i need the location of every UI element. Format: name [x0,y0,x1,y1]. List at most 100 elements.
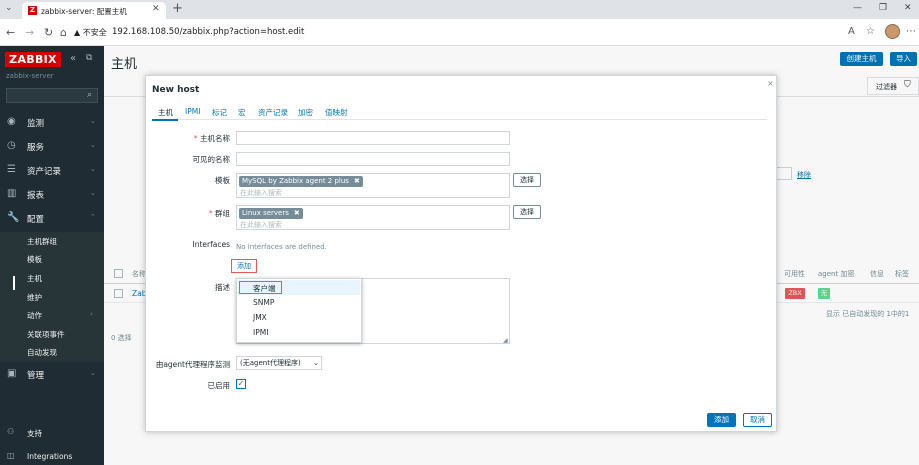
add-interface-button[interactable]: 添加 [231,259,257,273]
search-icon[interactable]: ⌕ [87,90,92,100]
reload-icon[interactable]: ↻ [44,26,53,39]
templates-multiselect[interactable]: MySQL by Zabbix agent 2 plus ✖ 在此输入搜索 [236,173,510,198]
groups-select-button[interactable]: 选择 [513,205,541,219]
enabled-label: 已启用 [207,381,231,390]
submenu-actions[interactable]: 动作 [27,310,42,321]
tab-close-icon[interactable]: ✕ [152,4,160,14]
tab-ipmi[interactable]: IPMI [185,107,200,116]
chevron-down-icon: ⌄ [90,141,96,149]
tab-title: zabbix-server: 配置主机 [41,7,127,16]
dialog-tabs: 主机 IPMI 标记 宏 资产记录 加密 值映射 [152,106,767,120]
server-name: zabbix-server [6,72,54,80]
chevron-down-icon: ⌄ [90,369,96,377]
host-name-label: * 主机名称 [193,134,230,143]
browser-tab-bar: ⌄ Z zabbix-server: 配置主机 ✕ + — ❐ ✕ [0,0,919,19]
cancel-button[interactable]: 取消 [743,413,772,427]
menu-inventory[interactable]: ☰ 资产记录 ⌄ [0,158,104,182]
sidebar-search-input[interactable]: ⌕ [6,88,98,103]
tab-value-mapping[interactable]: 值映射 [325,107,348,118]
kiosk-icon[interactable]: ⧉ [86,53,92,63]
host-name-input[interactable] [236,131,510,145]
menu-item-snmp[interactable]: SNMP [253,298,274,307]
add-host-button[interactable]: 添加 [707,413,736,427]
chevron-up-icon: ⌃ [90,213,96,221]
minimize-icon[interactable]: — [853,3,862,13]
report-icon: ▥ [7,188,17,199]
proxy-select[interactable]: (无agent代理程序) ⌄ [236,356,322,370]
resize-handle-icon[interactable]: ◢ [503,337,508,344]
submenu-templates[interactable]: 模板 [27,254,42,265]
insecure-warning[interactable]: ▲ 不安全 [74,27,107,38]
visible-name-input[interactable] [236,152,510,166]
menu-item-agent[interactable]: 客户端 [253,283,276,294]
chevron-down-icon: ⌄ [90,165,96,173]
interfaces-label: Interfaces [192,240,231,249]
profile-avatar[interactable] [885,24,900,39]
templates-search-placeholder[interactable]: 在此输入搜索 [240,188,282,198]
url-text[interactable]: 192.168.108.50/zabbix.php?action=host.ed… [112,27,304,37]
collapse-icon[interactable]: « [70,53,76,64]
proxy-label: 由agent代理程序监测 [155,360,230,369]
chevron-right-icon: › [90,310,93,318]
menu-item-jmx[interactable]: JMX [253,313,267,322]
chevron-down-icon: ⌄ [313,359,319,367]
tab-tags[interactable]: 标记 [212,107,227,118]
visible-name-label: 可见的名称 [192,155,231,164]
menu-configuration[interactable]: 🔧 配置 ⌃ [0,206,104,230]
home-icon[interactable]: ⌂ [60,26,67,39]
window-close-icon[interactable]: ✕ [904,3,912,13]
active-submenu-indicator [13,276,15,290]
description-label: 描述 [215,283,230,292]
list-icon: ☰ [7,164,16,175]
submenu-discovery[interactable]: 自动发现 [27,347,57,358]
sidebar: ZABBIX « ⧉ zabbix-server ⌕ ◉ 监测 ⌄ ◷ 服务 ⌄… [0,46,104,465]
templates-label: 模板 [215,176,230,185]
tab-encryption[interactable]: 加密 [298,107,313,118]
active-tab-indicator [152,119,178,121]
wrench-icon: 🔧 [7,212,20,223]
restore-icon[interactable]: ❐ [879,3,887,13]
clock-icon: ◷ [7,140,16,151]
tab-host[interactable]: 主机 [158,107,173,118]
new-host-dialog: × New host 主机 IPMI 标记 宏 资产记录 加密 值映射 * 主机… [145,75,777,432]
groups-label: * 群组 [208,209,230,218]
browser-tab[interactable]: Z zabbix-server: 配置主机 ✕ [22,2,166,19]
close-icon[interactable]: × [767,79,774,88]
submenu-event-correlation[interactable]: 关联项事件 [27,329,65,340]
submenu-maintenance[interactable]: 维护 [27,292,42,303]
address-bar-row: ← → ↻ ⌂ ▲ 不安全 192.168.108.50/zabbix.php?… [0,19,919,46]
zabbix-favicon-icon: Z [28,6,37,15]
submenu-host-groups[interactable]: 主机群组 [27,236,57,247]
enabled-checkbox[interactable]: ✓ [236,379,246,389]
menu-item-ipmi[interactable]: IPMI [253,328,268,337]
chevron-down-icon: ⌄ [90,189,96,197]
menu-integrations[interactable]: ◫ Integrations [0,445,104,465]
groups-search-placeholder[interactable]: 在此输入搜索 [240,220,282,230]
menu-support[interactable]: ⚇ 支持 [0,421,104,445]
tab-macros[interactable]: 宏 [238,107,246,118]
groups-multiselect[interactable]: Linux servers ✖ 在此输入搜索 [236,205,510,230]
new-tab-button[interactable]: + [172,1,183,16]
dialog-title: New host [152,85,200,95]
integrations-icon: ◫ [7,451,15,460]
menu-services[interactable]: ◷ 服务 ⌄ [0,134,104,158]
browser-menu-icon[interactable]: ⋯ [906,26,916,37]
menu-administration[interactable]: ▣ 管理 ⌄ [0,362,104,386]
tab-inventory[interactable]: 资产记录 [258,107,288,118]
back-icon[interactable]: ← [6,26,15,39]
templates-select-button[interactable]: 选择 [513,173,541,187]
group-tag: Linux servers ✖ [239,208,303,219]
tag-remove-icon[interactable]: ✖ [294,209,300,217]
reader-icon[interactable]: A [848,26,855,37]
tag-remove-icon[interactable]: ✖ [354,177,360,185]
zabbix-logo[interactable]: ZABBIX [5,52,61,67]
menu-monitoring[interactable]: ◉ 监测 ⌄ [0,110,104,134]
favorite-icon[interactable]: ☆ [866,26,875,37]
check-icon: ✓ [237,379,245,388]
eye-icon: ◉ [7,116,16,127]
tab-list-icon[interactable]: ⌄ [5,3,13,13]
forward-icon[interactable]: → [25,26,34,39]
submenu-hosts[interactable]: 主机 [27,273,42,284]
menu-reports[interactable]: ▥ 报表 ⌄ [0,182,104,206]
configuration-submenu: 主机群组 模板 主机 维护 动作 › 关联项事件 自动发现 [0,232,104,362]
